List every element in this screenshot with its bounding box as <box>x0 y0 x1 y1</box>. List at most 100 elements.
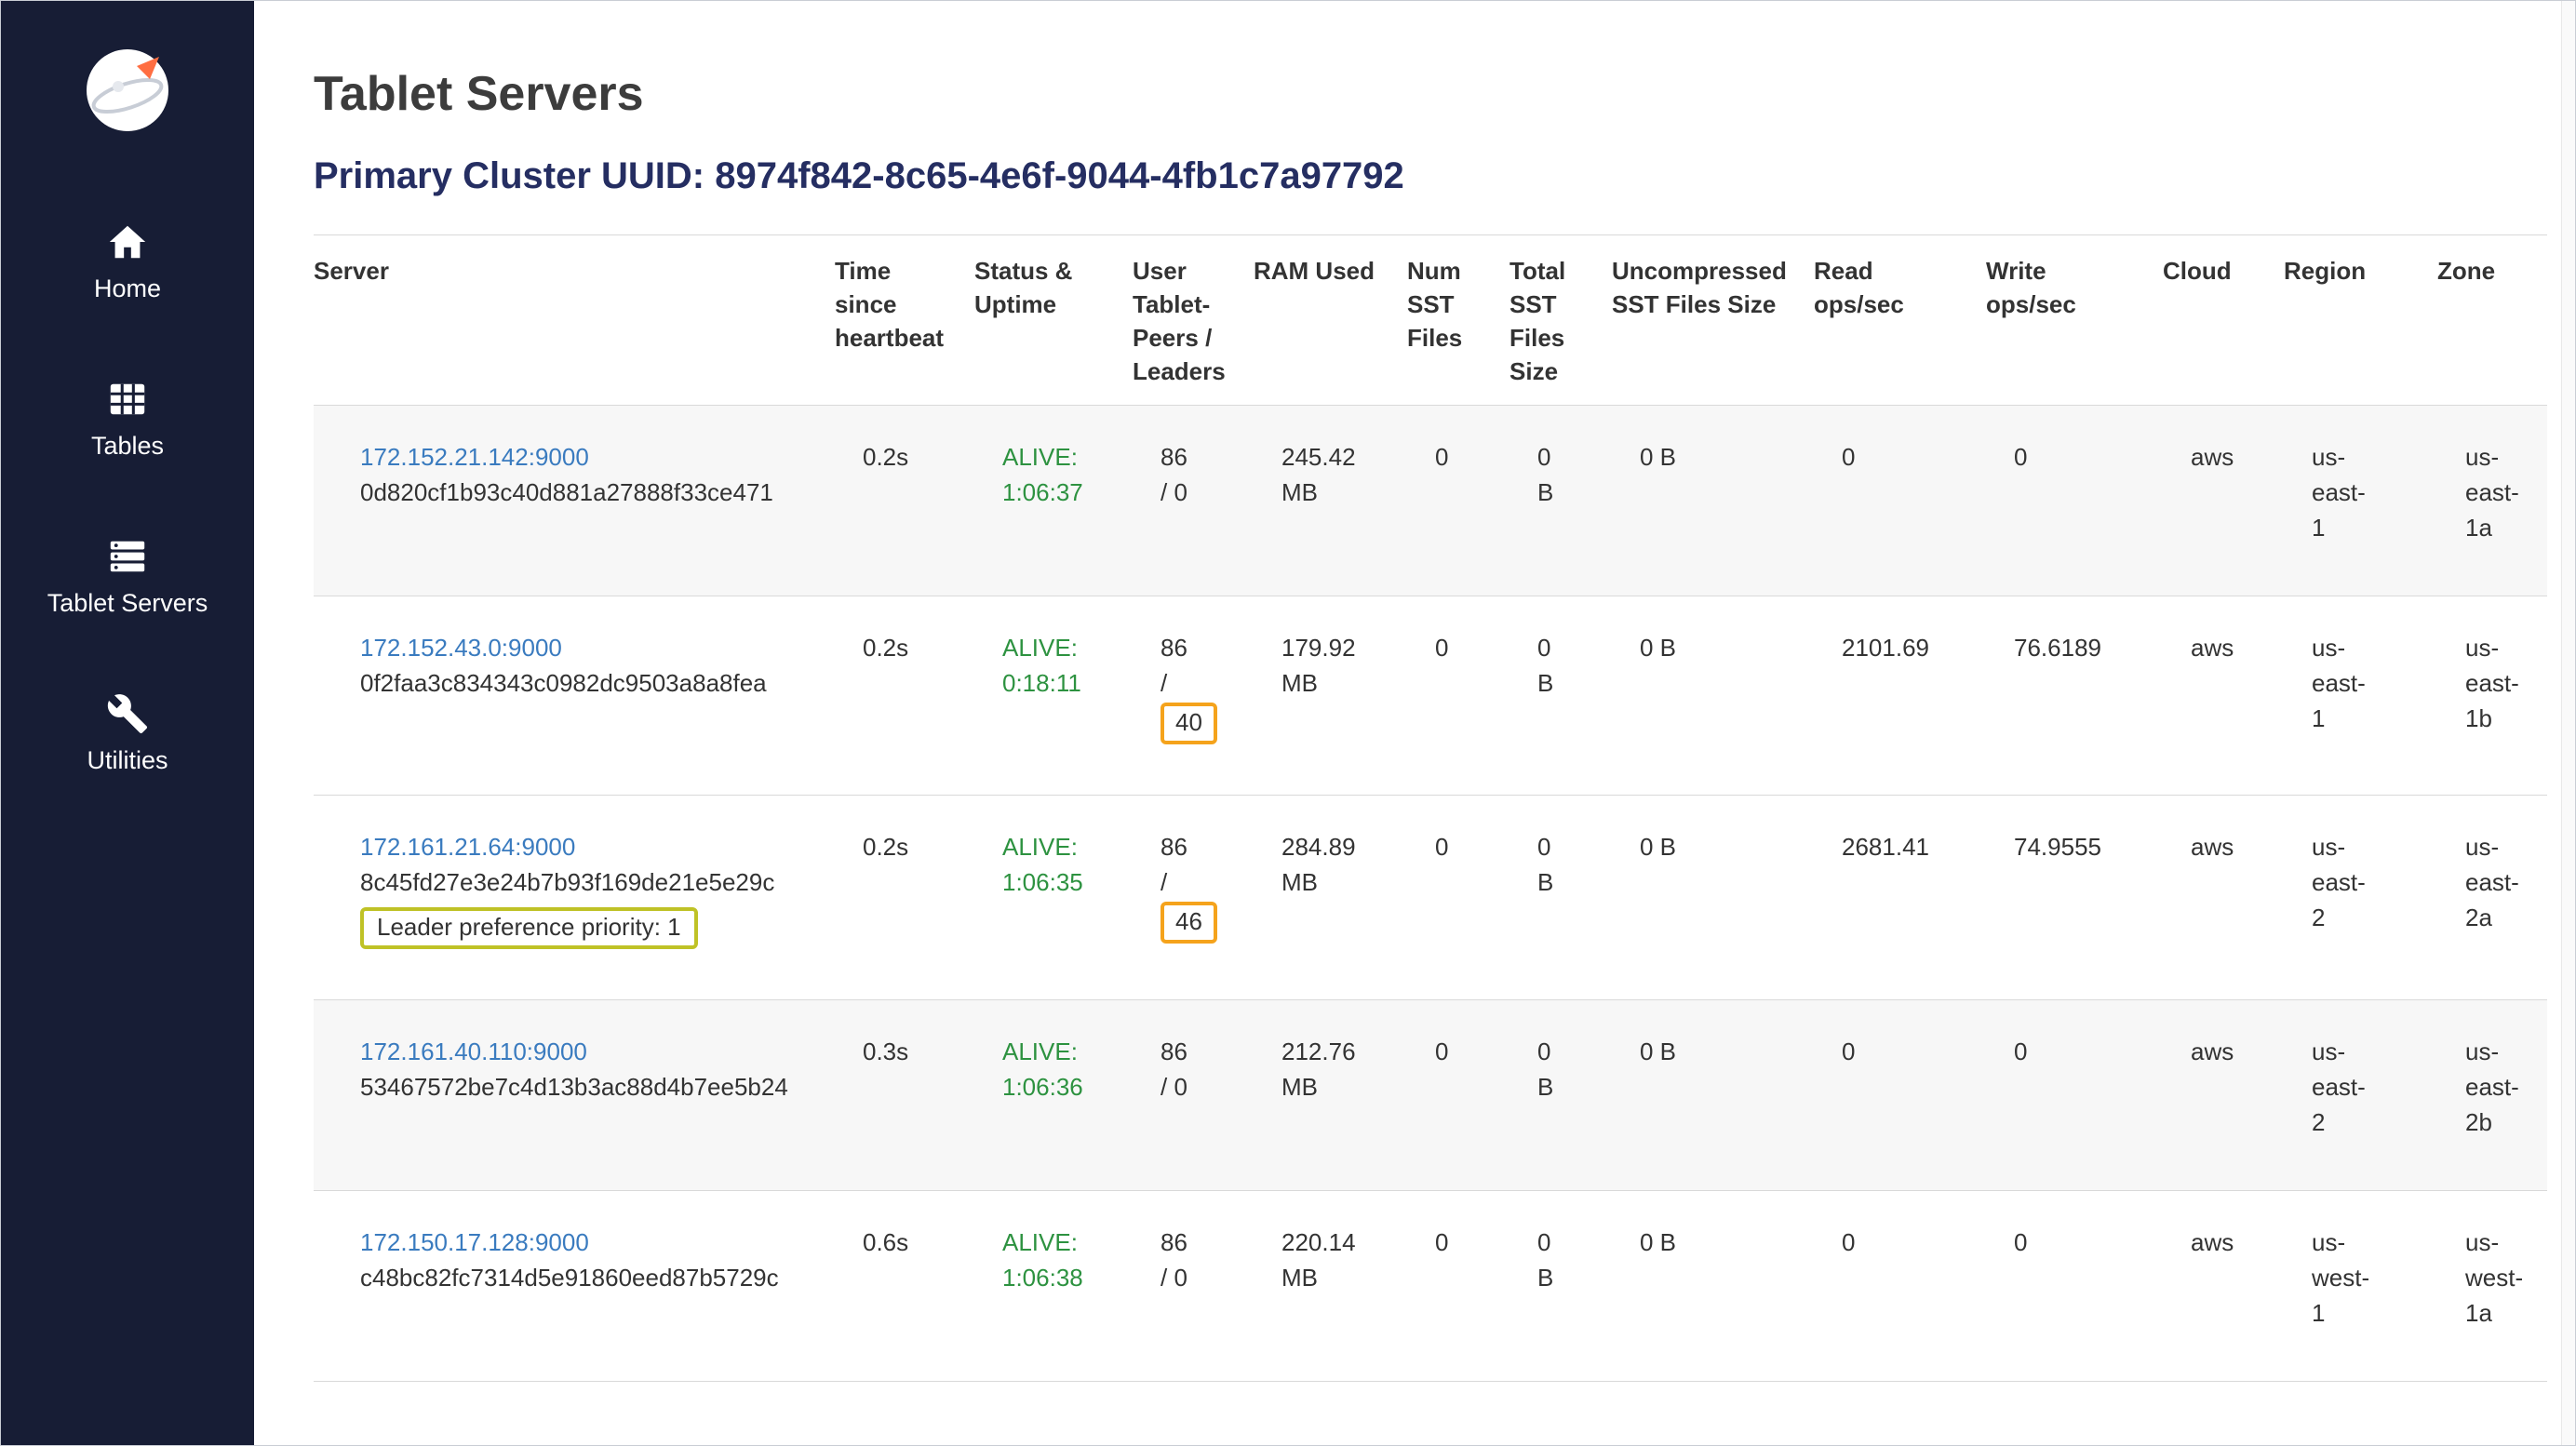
write-ops-cell: 74.9555 <box>1986 796 2163 1000</box>
region-value: us-east-2 <box>2312 1034 2371 1140</box>
server-link[interactable]: 172.152.21.142:9000 <box>360 443 589 471</box>
uncompressed-sst-size-cell: 0 B <box>1612 596 1814 796</box>
leaders-separator: / <box>1161 665 1235 701</box>
read-ops-cell: 0 <box>1814 1000 1986 1191</box>
column-header: Read ops/sec <box>1814 235 1986 406</box>
cloud-cell: aws <box>2163 1000 2284 1191</box>
server-link[interactable]: 172.152.43.0:9000 <box>360 634 562 662</box>
ram-used-cell: 284.89 MB <box>1254 796 1407 1000</box>
num-sst-files-cell: 0 <box>1407 1191 1509 1382</box>
utilities-icon <box>106 692 149 735</box>
tablet-peer-count: 86 <box>1161 1034 1235 1069</box>
leader-preference-note: Leader preference priority: 1 <box>360 907 698 949</box>
vertical-scrollbar[interactable] <box>2561 1 2575 1445</box>
sidebar-item-label: Home <box>94 274 161 303</box>
peers-leaders-cell: 86/ 0 <box>1133 1191 1254 1382</box>
table-row: 172.161.21.64:90008c45fd27e3e24b7b93f169… <box>314 796 2547 1000</box>
num-sst-files-cell: 0 <box>1407 406 1509 596</box>
region-value: us-west-1 <box>2312 1225 2371 1331</box>
server-link[interactable]: 172.150.17.128:9000 <box>360 1228 589 1256</box>
total-sst-size-cell: 0 B <box>1509 596 1612 796</box>
total-sst-size-value: 0 B <box>1537 630 1565 701</box>
sidebar-item-utilities[interactable]: Utilities <box>87 692 168 775</box>
read-ops-cell: 0 <box>1814 406 1986 596</box>
tablet-peer-count: 86 <box>1161 1225 1235 1260</box>
server-cell: 172.161.40.110:9000 53467572be7c4d13b3ac8… <box>314 1000 835 1191</box>
tablet-peer-count: 86 <box>1161 439 1235 475</box>
uncompressed-sst-size-cell: 0 B <box>1612 1000 1814 1191</box>
heartbeat-cell: 0.2s <box>835 796 974 1000</box>
app-logo[interactable] <box>83 46 172 135</box>
tablet-servers-icon <box>106 535 149 578</box>
region-value: us-east-1 <box>2312 439 2371 545</box>
leader-count-highlighted: 46 <box>1161 902 1217 944</box>
status-cell: ALIVE:0:18:11 <box>974 596 1133 796</box>
status-uptime: 1:06:35 <box>1002 864 1114 900</box>
primary-cluster-uuid: Primary Cluster UUID: 8974f842-8c65-4e6f… <box>314 155 2547 197</box>
sidebar-item-home[interactable]: Home <box>94 221 161 303</box>
total-sst-size-cell: 0 B <box>1509 796 1612 1000</box>
column-header: Write ops/sec <box>1986 235 2163 406</box>
tablet-servers-page: Home Tables Ta <box>0 0 2576 1446</box>
sidebar-item-tablet-servers[interactable]: Tablet Servers <box>47 535 208 618</box>
heartbeat-cell: 0.2s <box>835 596 974 796</box>
status-uptime: 1:06:36 <box>1002 1069 1114 1105</box>
zone-cell: us-east-2a <box>2437 796 2547 1000</box>
total-sst-size-value: 0 B <box>1537 1034 1565 1105</box>
peers-leaders-cell: 86/ 0 <box>1133 406 1254 596</box>
write-ops-cell: 76.6189 <box>1986 596 2163 796</box>
tables-icon <box>106 378 149 421</box>
peers-leaders-cell: 86/46 <box>1133 796 1254 1000</box>
zone-value: us-east-1a <box>2465 439 2525 545</box>
sidebar-item-label: Tables <box>91 432 164 461</box>
server-link[interactable]: 172.161.40.110:9000 <box>360 1038 587 1065</box>
zone-cell: us-east-2b <box>2437 1000 2547 1191</box>
leader-count: / 0 <box>1161 475 1235 510</box>
status-cell: ALIVE:1:06:35 <box>974 796 1133 1000</box>
table-row: 172.161.40.110:9000 53467572be7c4d13b3ac8… <box>314 1000 2547 1191</box>
column-header: Region <box>2284 235 2437 406</box>
heartbeat-cell: 0.3s <box>835 1000 974 1191</box>
sidebar-item-tables[interactable]: Tables <box>91 378 164 461</box>
status-uptime: 1:06:37 <box>1002 475 1114 510</box>
write-ops-cell: 0 <box>1986 406 2163 596</box>
region-value: us-east-1 <box>2312 630 2371 736</box>
read-ops-cell: 2681.41 <box>1814 796 1986 1000</box>
num-sst-files-cell: 0 <box>1407 596 1509 796</box>
total-sst-size-value: 0 B <box>1537 829 1565 900</box>
tablet-peer-count: 86 <box>1161 630 1235 665</box>
total-sst-size-value: 0 B <box>1537 439 1565 510</box>
zone-value: us-east-2b <box>2465 1034 2525 1140</box>
server-uuid: 53467572be7c4d13b3ac88d4b7ee5b24 <box>360 1069 816 1105</box>
ram-used-cell: 179.92 MB <box>1254 596 1407 796</box>
status-uptime: 0:18:11 <box>1002 665 1114 701</box>
total-sst-size-cell: 0 B <box>1509 406 1612 596</box>
region-cell: us-east-1 <box>2284 596 2437 796</box>
leaders-separator: / <box>1161 864 1235 900</box>
status-alive: ALIVE: <box>1002 1034 1114 1069</box>
ram-used-value: 212.76 MB <box>1281 1034 1371 1105</box>
sidebar: Home Tables Ta <box>1 1 254 1445</box>
status-alive: ALIVE: <box>1002 1225 1114 1260</box>
ram-used-value: 284.89 MB <box>1281 829 1371 900</box>
tserver-table-body: 172.152.21.142:9000 0d820cf1b93c40d881a27… <box>314 406 2547 1382</box>
column-header: User Tablet-Peers / Leaders <box>1133 235 1254 406</box>
write-ops-cell: 0 <box>1986 1191 2163 1382</box>
num-sst-files-cell: 0 <box>1407 796 1509 1000</box>
tablet-peer-count: 86 <box>1161 829 1235 864</box>
server-link[interactable]: 172.161.21.64:9000 <box>360 833 575 861</box>
server-uuid: 0d820cf1b93c40d881a27888f33ce471 <box>360 475 816 510</box>
column-header: RAM Used <box>1254 235 1407 406</box>
total-sst-size-value: 0 B <box>1537 1225 1565 1295</box>
status-cell: ALIVE:1:06:36 <box>974 1000 1133 1191</box>
zone-value: us-east-1b <box>2465 630 2525 736</box>
leader-count: / 0 <box>1161 1069 1235 1105</box>
heartbeat-cell: 0.6s <box>835 1191 974 1382</box>
page-title: Tablet Servers <box>314 66 2547 122</box>
leader-count: / 0 <box>1161 1260 1235 1295</box>
ram-used-value: 179.92 MB <box>1281 630 1371 701</box>
sidebar-item-label: Utilities <box>87 746 168 775</box>
column-header: Server <box>314 235 835 406</box>
ram-used-cell: 245.42 MB <box>1254 406 1407 596</box>
column-header: Total SST Files Size <box>1509 235 1612 406</box>
